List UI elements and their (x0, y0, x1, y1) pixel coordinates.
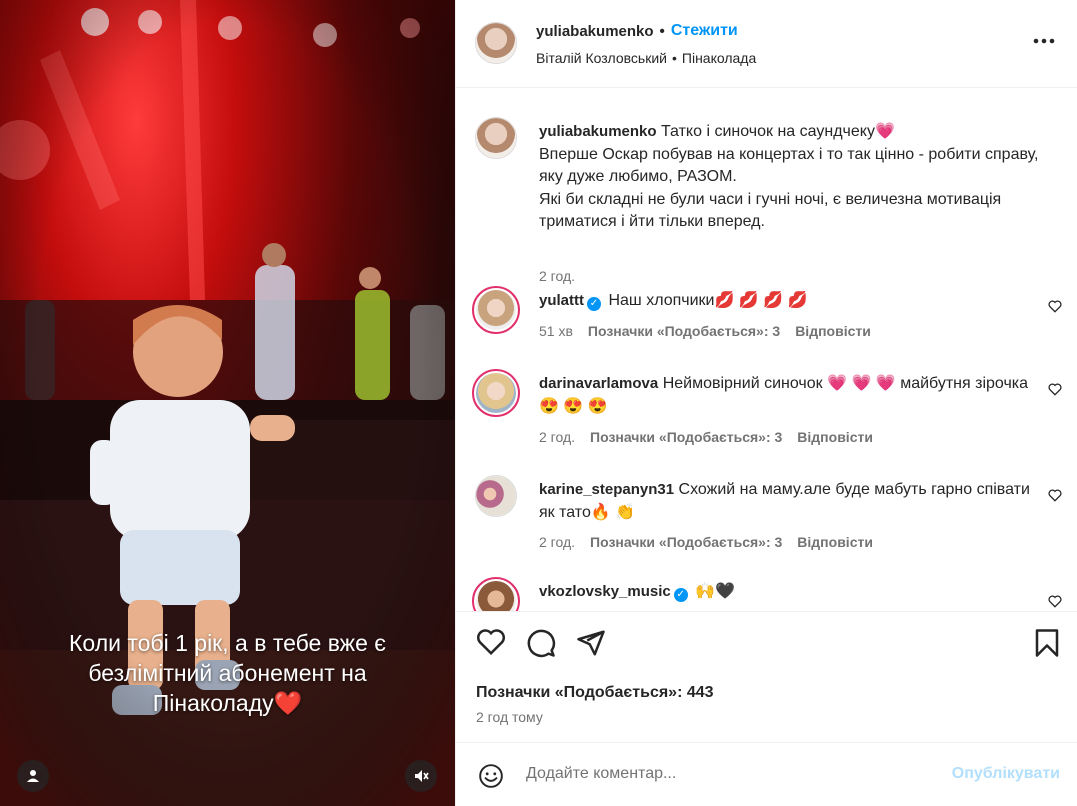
caption-time[interactable]: 2 год. (539, 268, 575, 284)
verified-badge-icon: ✓ (673, 588, 688, 602)
comment-body: yulattt ✓ Наш хлопчики💋 💋 💋 💋 (539, 290, 1039, 313)
like-comment-heart-icon[interactable] (1048, 595, 1062, 608)
share-send-icon[interactable] (576, 628, 606, 658)
comment-time[interactable]: 51 хв (539, 323, 573, 339)
comment-item: vkozlovsky_music ✓ 🙌🖤 (472, 577, 1062, 611)
comment-likes[interactable]: Позначки «Подобається»: 3 (588, 323, 780, 339)
post-header: yuliabakumenko • Стежити Віталій Козловс… (456, 0, 1077, 88)
reply-button[interactable]: Відповісти (795, 323, 871, 339)
like-heart-icon[interactable] (476, 628, 506, 656)
comment-text: Наш хлопчики💋 💋 💋 💋 (608, 292, 808, 309)
reply-button[interactable]: Відповісти (797, 429, 873, 445)
caption-avatar[interactable] (475, 117, 517, 159)
post-details: yuliabakumenko • Стежити Віталій Козловс… (455, 0, 1077, 806)
user-icon (27, 770, 39, 782)
commenter-username[interactable]: darinavarlamova (539, 375, 658, 392)
commenter-avatar[interactable] (472, 286, 520, 334)
reply-button[interactable]: Відповісти (797, 534, 873, 550)
publish-button[interactable]: Опублікувати (952, 765, 1060, 783)
like-comment-heart-icon[interactable] (1048, 383, 1062, 396)
comment-body: karine_stepanyn31 Схожий на маму.але буд… (539, 479, 1039, 524)
comment-item: karine_stepanyn31 Схожий на маму.але буд… (472, 475, 1062, 550)
more-horizontal-icon[interactable] (1033, 38, 1055, 44)
commenter-avatar[interactable] (475, 475, 517, 517)
commenter-username[interactable]: yulattt (539, 292, 584, 309)
audio-song-link[interactable]: Пінаколада (682, 50, 756, 66)
comment-input[interactable]: Додайте коментар... (526, 765, 676, 783)
author-username[interactable]: yuliabakumenko (536, 23, 654, 40)
comment-composer: Додайте коментар... Опублікувати (456, 742, 1077, 806)
mute-button[interactable] (405, 760, 437, 792)
comment-bubble-icon[interactable] (526, 628, 556, 658)
commenter-username[interactable]: karine_stepanyn31 (539, 481, 674, 498)
follow-button[interactable]: Стежити (671, 22, 738, 40)
comment-body: darinavarlamova Неймовірний синочок 💗 💗 … (539, 373, 1039, 418)
comments-scroll-area[interactable]: yuliabakumenko Татко і синочок на саундч… (456, 89, 1077, 612)
speaker-muted-icon (415, 770, 429, 782)
post-caption: yuliabakumenko Татко і синочок на саундч… (472, 117, 1062, 284)
comment-item: yulattt ✓ Наш хлопчики💋 💋 💋 💋 51 хв Позна… (472, 286, 1062, 346)
comment-time[interactable]: 2 год. (539, 429, 575, 445)
like-comment-heart-icon[interactable] (1048, 300, 1062, 313)
caption-body: yuliabakumenko Татко і синочок на саундч… (539, 121, 1039, 234)
comment-body: vkozlovsky_music ✓ 🙌🖤 (539, 581, 1039, 604)
commenter-username[interactable]: vkozlovsky_music (539, 583, 671, 600)
commenter-avatar[interactable] (472, 577, 520, 611)
like-comment-heart-icon[interactable] (1048, 489, 1062, 502)
verified-badge-icon: ✓ (587, 297, 601, 311)
comment-likes[interactable]: Позначки «Подобається»: 3 (590, 429, 782, 445)
tagged-users-button[interactable] (17, 760, 49, 792)
separator-dot: • (671, 50, 677, 66)
audio-artist-link[interactable]: Віталій Козловський (536, 50, 667, 66)
comment-item: darinavarlamova Неймовірний синочок 💗 💗 … (472, 369, 1062, 445)
commenter-avatar[interactable] (472, 369, 520, 417)
comment-text: 🙌🖤 (695, 583, 736, 600)
caption-username[interactable]: yuliabakumenko (539, 123, 657, 140)
video-text-overlay: Коли тобі 1 рік, а в тебе вже є безліміт… (69, 630, 386, 716)
author-avatar[interactable] (475, 22, 517, 64)
separator-dot: • (659, 22, 665, 40)
post-actions (472, 628, 1062, 664)
post-timestamp[interactable]: 2 год тому (476, 709, 543, 725)
video-player[interactable]: Коли тобі 1 рік, а в тебе вже є безліміт… (0, 0, 455, 806)
emoji-picker-icon[interactable] (478, 763, 504, 789)
comment-likes[interactable]: Позначки «Подобається»: 3 (590, 534, 782, 550)
likes-count[interactable]: Позначки «Подобається»: 443 (476, 684, 714, 702)
bookmark-save-icon[interactable] (1034, 628, 1060, 658)
comment-time[interactable]: 2 год. (539, 534, 575, 550)
